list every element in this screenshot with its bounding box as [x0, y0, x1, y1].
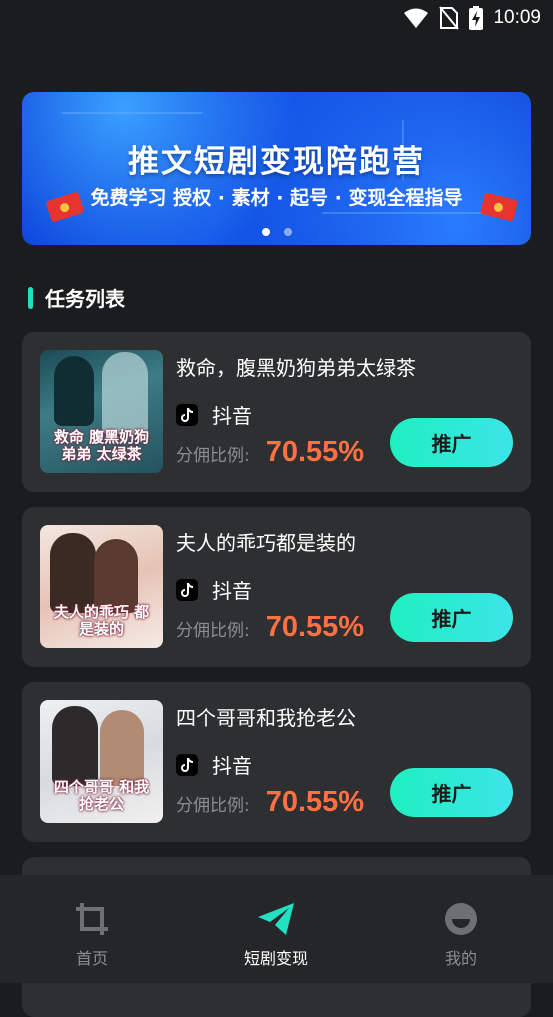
battery-charging-icon	[469, 6, 484, 30]
commission-value: 70.55%	[265, 786, 365, 818]
paper-plane-icon	[258, 903, 294, 935]
pagination-dot-active[interactable]	[261, 228, 270, 236]
cover-figure	[50, 533, 96, 613]
promote-button[interactable]: 推广	[390, 418, 513, 467]
cover-title-art: 四个哥哥 和我抢老公	[53, 777, 150, 813]
commission-value: 70.55%	[265, 611, 365, 643]
douyin-icon	[176, 403, 198, 426]
douyin-icon	[176, 753, 198, 776]
drama-cover-image[interactable]: 夫人的乖巧 都是装的	[40, 525, 163, 648]
commission-value: 70.55%	[265, 436, 365, 468]
tab-mine[interactable]: 我的	[401, 899, 521, 969]
commission-label: 分佣比例:	[176, 796, 250, 816]
drama-title: 夫人的乖巧都是装的	[176, 531, 356, 555]
platform: 抖音	[176, 575, 252, 604]
commission-ratio: 分佣比例: 70.55%	[176, 436, 364, 469]
commission-ratio: 分佣比例: 70.55%	[176, 786, 364, 819]
tab-label: 首页	[75, 949, 108, 968]
pagination-dot[interactable]	[283, 228, 292, 236]
platform-name: 抖音	[212, 404, 252, 428]
no-sim-icon	[439, 6, 460, 30]
tab-label: 我的	[444, 949, 477, 968]
tab-label: 短剧变现	[243, 949, 308, 968]
banner-subtitle: 免费学习 授权 · 素材 · 起号 · 变现全程指导	[90, 187, 463, 209]
tab-short-drama[interactable]: 短剧变现	[216, 899, 336, 969]
drama-cover-image[interactable]: 四个哥哥 和我抢老公	[40, 700, 163, 823]
section-title: 任务列表	[45, 287, 125, 311]
drama-title: 救命，腹黑奶狗弟弟太绿茶	[176, 356, 416, 380]
douyin-icon	[176, 578, 198, 601]
promote-button[interactable]: 推广	[390, 593, 513, 642]
section-accent-bar	[28, 286, 33, 309]
cover-figure	[52, 706, 98, 786]
banner-pagination	[22, 228, 531, 236]
wifi-icon	[404, 8, 429, 28]
banner-decor-line	[322, 212, 492, 214]
drama-title: 四个哥哥和我抢老公	[176, 706, 356, 730]
cover-figure	[100, 710, 144, 786]
crop-icon	[76, 903, 108, 935]
cover-title-art: 救命 腹黑奶狗弟弟 太绿茶	[53, 427, 150, 463]
drama-cover-image[interactable]: 救命 腹黑奶狗弟弟 太绿茶	[40, 350, 163, 473]
task-card[interactable]: 救命 腹黑奶狗弟弟 太绿茶 救命，腹黑奶狗弟弟太绿茶 抖音 分佣比例: 70.5…	[22, 332, 531, 492]
cover-title-art: 夫人的乖巧 都是装的	[53, 602, 150, 638]
section-header: 任务列表	[28, 283, 125, 312]
cover-figure	[102, 352, 148, 434]
bottom-tab-bar: 首页 短剧变现 我的	[0, 875, 553, 983]
commission-label: 分佣比例:	[176, 621, 250, 641]
promote-button[interactable]: 推广	[390, 768, 513, 817]
platform-name: 抖音	[212, 754, 252, 778]
tab-home[interactable]: 首页	[32, 899, 152, 969]
task-card[interactable]: 夫人的乖巧 都是装的 夫人的乖巧都是装的 抖音 分佣比例: 70.55% 推广	[22, 507, 531, 667]
cover-figure	[94, 539, 138, 613]
promo-banner[interactable]: 推文短剧变现陪跑营 免费学习 授权 · 素材 · 起号 · 变现全程指导	[22, 92, 531, 245]
platform-name: 抖音	[212, 579, 252, 603]
profile-icon	[445, 903, 477, 935]
platform: 抖音	[176, 400, 252, 429]
cover-figure	[54, 356, 94, 426]
task-card[interactable]: 四个哥哥 和我抢老公 四个哥哥和我抢老公 抖音 分佣比例: 70.55% 推广	[22, 682, 531, 842]
platform: 抖音	[176, 750, 252, 779]
banner-decor-line	[62, 112, 202, 114]
commission-label: 分佣比例:	[176, 446, 250, 466]
banner-title: 推文短剧变现陪跑营	[128, 144, 425, 180]
commission-ratio: 分佣比例: 70.55%	[176, 611, 364, 644]
clock: 10:09	[493, 7, 541, 28]
status-bar: 10:09	[0, 0, 553, 40]
